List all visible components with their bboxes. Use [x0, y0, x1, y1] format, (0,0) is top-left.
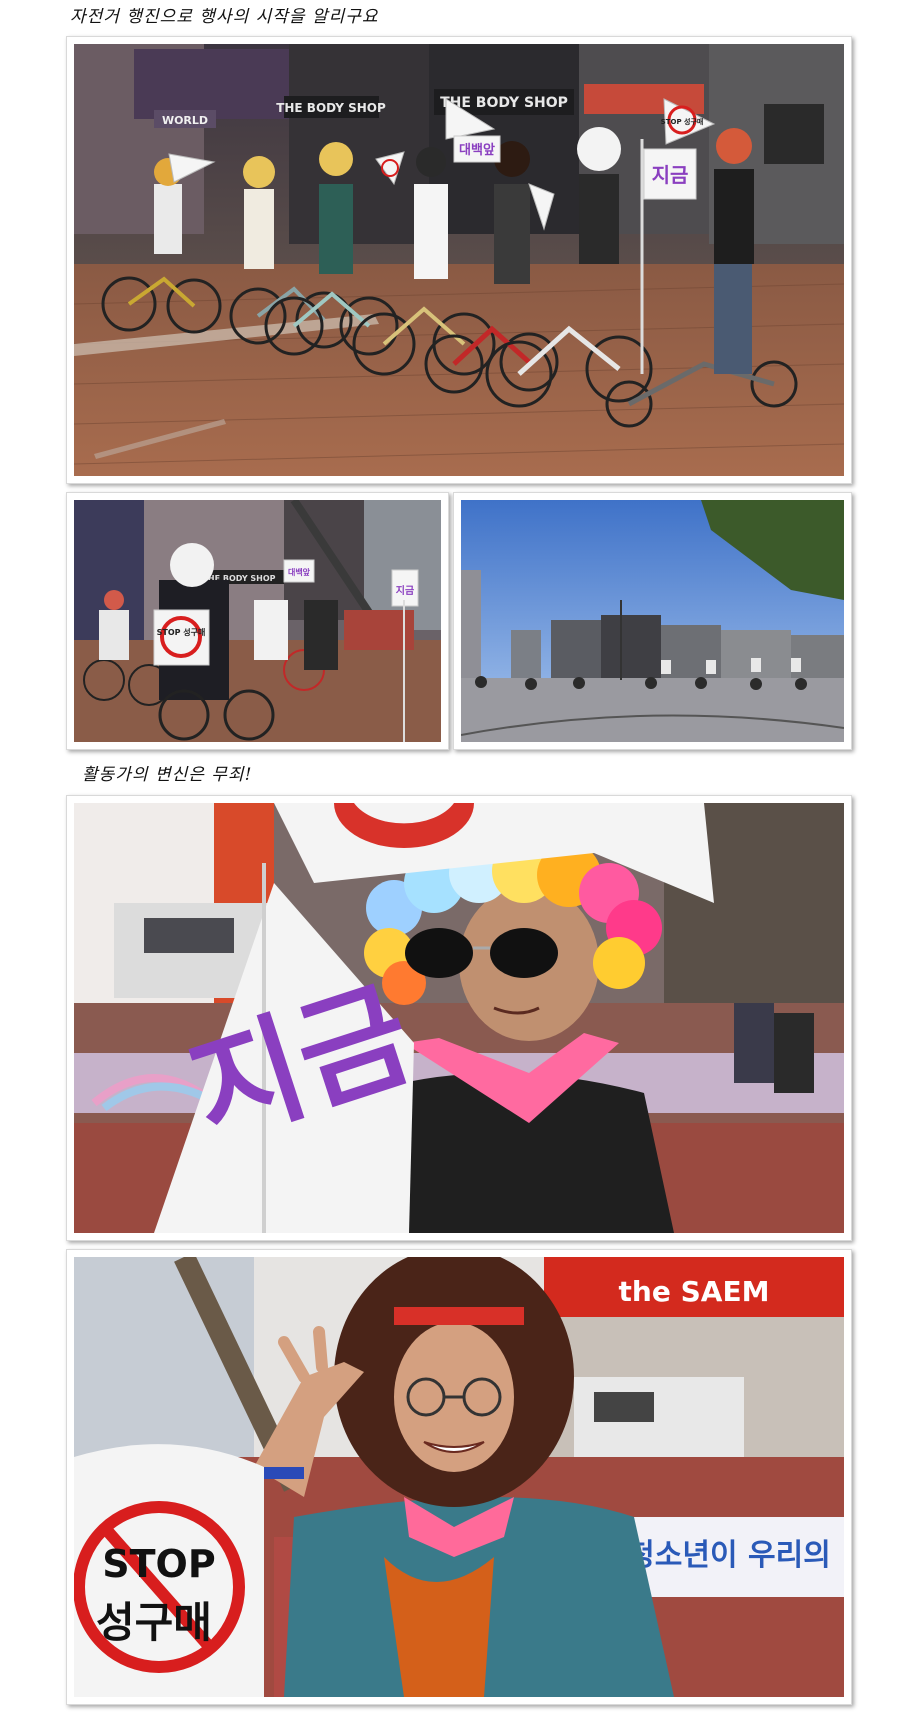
photo-street-view [453, 492, 852, 750]
caption-middle: 활동가의 변신은 무죄! [82, 765, 253, 785]
caption-top: 자전거 행진으로 행사의 시작을 알리구요 [70, 7, 379, 27]
photo-rainbow-wig-activist: 지금 [66, 795, 852, 1241]
photo-riders-closeup: THE BODY SHOP STOP 성구매 대백앞 지금 [66, 492, 449, 750]
flag-stop: STOP 성구매 [661, 117, 704, 126]
flag-daebaek: 대백앞 [459, 143, 495, 158]
flag-jigeum: 지금 [652, 163, 689, 187]
flag-jigeum-small: 지금 [396, 584, 414, 597]
store-sign-saem: the SAEM [619, 1275, 770, 1308]
sign-stop-small: STOP 성구매 [157, 627, 206, 637]
store-sign-world: WORLD [162, 114, 208, 127]
banner-teen: 청소년이 우리의 [627, 1538, 831, 1573]
sign-stop-large: STOP [102, 1542, 215, 1586]
flag-daebaek-small: 대백앞 [288, 567, 311, 577]
photo-curly-wig-activist: the SAEM 청소년이 우리의 STOP 성구매 [66, 1249, 852, 1705]
store-sign-bodyshop-1: THE BODY SHOP [276, 101, 386, 115]
photo-bicycle-parade: THE BODY SHOP THE BODY SHOP WORLD 대백앞 ST… [66, 36, 852, 484]
sign-korean-large: 성구매 [96, 1598, 212, 1647]
